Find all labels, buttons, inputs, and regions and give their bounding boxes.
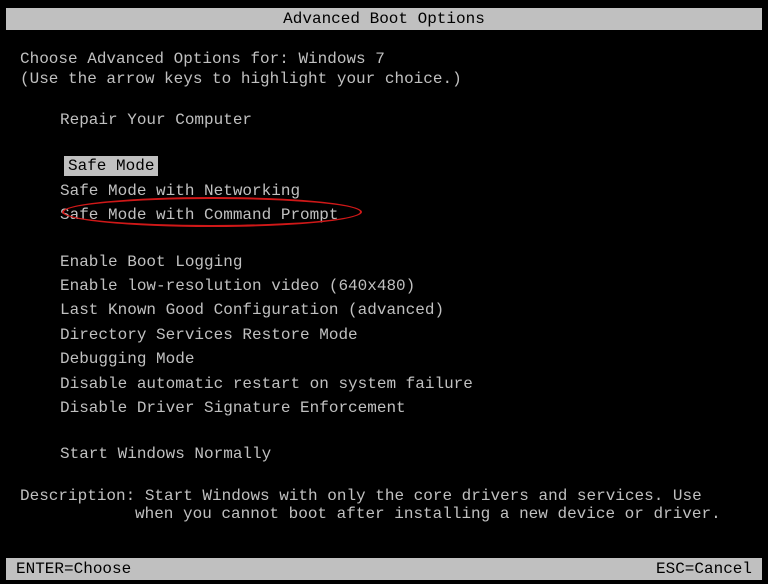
menu-item-disable-driver-sig[interactable]: Disable Driver Signature Enforcement [20,396,748,420]
menu-item-debugging[interactable]: Debugging Mode [20,347,748,371]
menu-item-disable-auto-restart[interactable]: Disable automatic restart on system fail… [20,372,748,396]
content-area: Choose Advanced Options for: Windows 7 (… [0,30,768,523]
menu-item-low-res[interactable]: Enable low-resolution video (640x480) [20,274,748,298]
menu-item-safe-mode[interactable]: Safe Mode [60,154,162,178]
description-area: Description: Start Windows with only the… [20,487,748,523]
menu-item-safe-mode-networking[interactable]: Safe Mode with Networking [20,179,748,203]
intro-line-2: (Use the arrow keys to highlight your ch… [20,70,748,88]
menu-item-repair[interactable]: Repair Your Computer [20,108,748,132]
footer-esc-hint: ESC=Cancel [656,560,752,578]
menu-item-boot-logging[interactable]: Enable Boot Logging [20,250,748,274]
description-line-2: when you cannot boot after installing a … [20,505,748,523]
menu-item-last-known-good[interactable]: Last Known Good Configuration (advanced) [20,298,748,322]
footer-bar: ENTER=Choose ESC=Cancel [6,558,762,580]
menu-spacer [20,132,748,154]
description-line-1: Description: Start Windows with only the… [20,487,748,505]
menu-spacer [20,420,748,442]
title-text: Advanced Boot Options [283,10,485,28]
menu-item-start-normally[interactable]: Start Windows Normally [20,442,748,466]
menu-item-ds-restore[interactable]: Directory Services Restore Mode [20,323,748,347]
footer-enter-hint: ENTER=Choose [16,560,131,578]
intro-line-1: Choose Advanced Options for: Windows 7 [20,50,748,68]
boot-options-menu[interactable]: Repair Your Computer Safe Mode Safe Mode… [20,108,748,467]
menu-item-safe-mode-cmd[interactable]: Safe Mode with Command Prompt [20,203,748,227]
title-bar: Advanced Boot Options [6,8,762,30]
menu-spacer [20,228,748,250]
